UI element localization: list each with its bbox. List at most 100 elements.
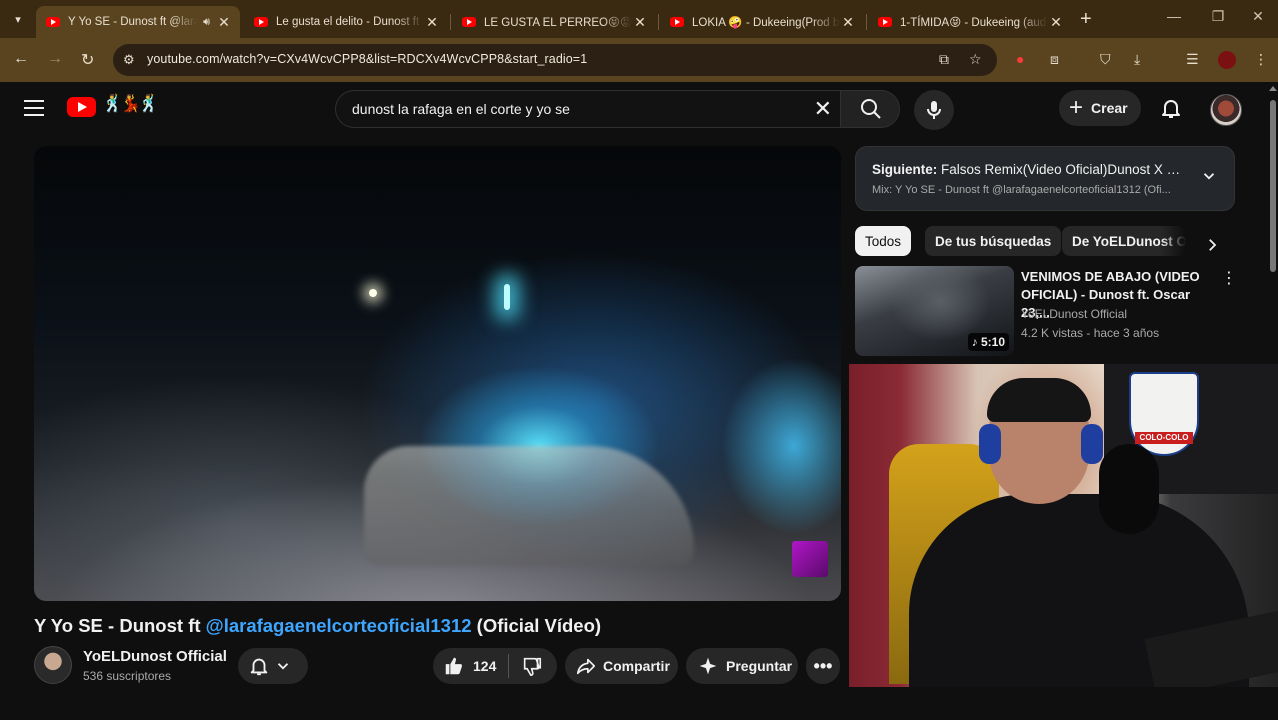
create-button[interactable]: + Crear [1059, 90, 1141, 126]
forward-icon[interactable]: → [47, 50, 63, 68]
close-tab-icon[interactable]: ✕ [1048, 14, 1064, 31]
channel-name[interactable]: YoELDunost Official [83, 648, 227, 665]
like-count: 124 [473, 658, 497, 674]
sparkle-icon [699, 657, 717, 675]
tab-title: Y Yo SE - Dunost ft @larafagaenelcorteof… [68, 16, 197, 28]
browser-tab-2[interactable]: Le gusta el delito - Dunost ft ✕ [244, 6, 448, 38]
like-dislike-group: 124 [433, 648, 557, 684]
minimize-icon[interactable]: — [1154, 8, 1194, 24]
video-player[interactable] [34, 146, 841, 601]
youtube-logo[interactable] [67, 97, 96, 117]
close-tab-icon[interactable]: ✕ [840, 14, 856, 31]
more-vertical-icon[interactable]: ⋮ [1221, 268, 1237, 288]
headphone-right [1081, 424, 1103, 464]
youtube-doodle[interactable]: 🕺💃🕺 [102, 94, 159, 114]
chevron-down-icon[interactable] [1200, 167, 1218, 185]
media-control-icon[interactable]: ☰ [1186, 51, 1199, 68]
up-next-mix-panel[interactable]: Siguiente: Falsos Remix(Video Oficial)Du… [855, 146, 1235, 211]
url-text[interactable]: youtube.com/watch?v=CXv4WcvCPP8&list=RDC… [147, 52, 587, 66]
tab-separator [866, 14, 867, 30]
headphone-left [979, 424, 1001, 464]
streamer-hair [987, 378, 1091, 422]
scroll-up-icon[interactable] [1269, 86, 1277, 91]
tab-search-chevron-icon[interactable]: ▾ [6, 7, 30, 31]
channel-watermark[interactable] [792, 541, 828, 577]
plus-icon: + [1069, 94, 1084, 121]
address-bar[interactable]: ⚙︎ youtube.com/watch?v=CXv4WcvCPP8&list=… [113, 44, 997, 76]
crest-text: COLO-COLO [1135, 432, 1193, 444]
bookmark-star-icon[interactable]: ☆ [969, 51, 982, 68]
close-window-icon[interactable]: ✕ [1238, 8, 1278, 25]
browser-tab-1[interactable]: Y Yo SE - Dunost ft @larafagaenelcorteof… [36, 6, 240, 38]
thumbs-up-icon [445, 657, 463, 675]
more-actions-button[interactable]: ••• [806, 648, 840, 684]
browser-tab-4[interactable]: LOKIA 🤪 - Dukeeing(Prod by ✕ [660, 6, 864, 38]
chip-from-channel[interactable]: De YoELDunost Official [1062, 226, 1186, 256]
download-icon[interactable]: ⤓ [1134, 51, 1140, 68]
incognito-icon[interactable]: ⛉ [1100, 51, 1111, 68]
subscriber-count: 536 suscriptores [83, 669, 172, 683]
restore-icon[interactable]: ❐ [1198, 8, 1238, 25]
close-tab-icon[interactable]: ✕ [216, 14, 232, 31]
chip-from-searches[interactable]: De tus búsquedas [925, 226, 1062, 256]
club-crest: COLO-COLO [1129, 372, 1199, 456]
voice-search-button[interactable] [914, 90, 954, 130]
share-button[interactable]: Compartir [565, 648, 678, 684]
like-button[interactable]: 124 [443, 655, 496, 677]
chevron-right-icon[interactable] [1203, 234, 1221, 256]
reload-icon[interactable]: ↻ [81, 50, 94, 70]
channel-avatar[interactable] [34, 646, 72, 684]
filter-chips: Todos De tus búsquedas De YoELDunost Off… [855, 226, 1225, 256]
recommended-video-channel[interactable]: YoELDunost Official [1021, 307, 1127, 321]
close-tab-icon[interactable]: ✕ [424, 14, 440, 31]
tab-title: Le gusta el delito - Dunost ft [276, 16, 420, 28]
search-input[interactable]: dunost la rafaga en el corte y yo se ✕ [335, 90, 840, 128]
youtube-favicon-icon [462, 17, 476, 27]
tab-separator [450, 14, 451, 30]
ask-ai-button[interactable]: Preguntar [686, 648, 798, 684]
duration-text: 5:10 [980, 335, 1005, 349]
thumbs-down-icon [524, 657, 542, 676]
browser-menu-icon[interactable]: ⋮ [1254, 51, 1268, 68]
notifications-bell-icon[interactable] [1159, 96, 1183, 120]
recommended-video-thumbnail[interactable]: ♪ 5:10 [855, 266, 1014, 356]
video-title-prefix: Y Yo SE - Dunost ft [34, 615, 206, 636]
tab-title: LE GUSTA EL PERREO😝😡🫡 [484, 17, 632, 29]
subscription-bell-button[interactable] [238, 648, 308, 684]
page-scrollbar[interactable] [1268, 82, 1278, 687]
browser-tab-3[interactable]: LE GUSTA EL PERREO😝😡🫡 ✕ [452, 6, 656, 38]
more-horizontal-icon: ••• [813, 655, 833, 676]
title-mention-link[interactable]: @larafagaenelcorteoficial1312 [206, 615, 472, 636]
browser-toolbar: ← → ↻ ⚙︎ youtube.com/watch?v=CXv4WcvCPP8… [0, 38, 1278, 82]
browser-tab-strip: ▾ Y Yo SE - Dunost ft @larafagaenelcorte… [0, 0, 1278, 38]
chip-all[interactable]: Todos [855, 226, 912, 256]
video-title: Y Yo SE - Dunost ft @larafagaenelcorteof… [34, 615, 601, 637]
search-query[interactable]: dunost la rafaga en el corte y yo se [352, 101, 570, 117]
video-frame-beacon [504, 284, 510, 310]
clear-search-icon[interactable]: ✕ [814, 96, 832, 122]
browser-tab-5[interactable]: 1-TÍMIDA😝 - Dukeeing (audio ✕ [868, 6, 1072, 38]
account-avatar[interactable] [1210, 94, 1242, 126]
tab-separator [658, 14, 659, 30]
search-button[interactable] [840, 90, 900, 128]
tab-title: LOKIA 🤪 - Dukeeing(Prod by [692, 17, 840, 29]
dislike-button[interactable] [521, 655, 543, 677]
create-label: Crear [1091, 100, 1128, 116]
extensions-puzzle-icon[interactable]: ⧈ [1050, 51, 1059, 68]
extension-red-icon[interactable]: ● [1016, 51, 1024, 67]
site-info-icon[interactable]: ⚙︎ [123, 52, 135, 68]
youtube-favicon-icon [254, 17, 268, 27]
cast-icon[interactable]: ⧉ [939, 51, 949, 68]
profile-avatar-icon[interactable] [1218, 51, 1236, 69]
back-icon[interactable]: ← [13, 50, 29, 68]
new-tab-icon[interactable]: + [1080, 8, 1092, 31]
scroll-thumb[interactable] [1270, 100, 1276, 272]
video-frame-car [364, 446, 694, 566]
close-tab-icon[interactable]: ✕ [632, 14, 648, 31]
youtube-favicon-icon [670, 17, 684, 27]
speaker-icon[interactable]: 🔊︎ [203, 16, 210, 29]
menu-hamburger-icon[interactable] [24, 100, 44, 116]
up-next-subtitle: Mix: Y Yo SE - Dunost ft @larafagaenelco… [872, 184, 1171, 196]
up-next-title: Siguiente: Falsos Remix(Video Oficial)Du… [872, 162, 1188, 177]
youtube-header: 🕺💃🕺 dunost la rafaga en el corte y yo se… [0, 82, 1278, 138]
